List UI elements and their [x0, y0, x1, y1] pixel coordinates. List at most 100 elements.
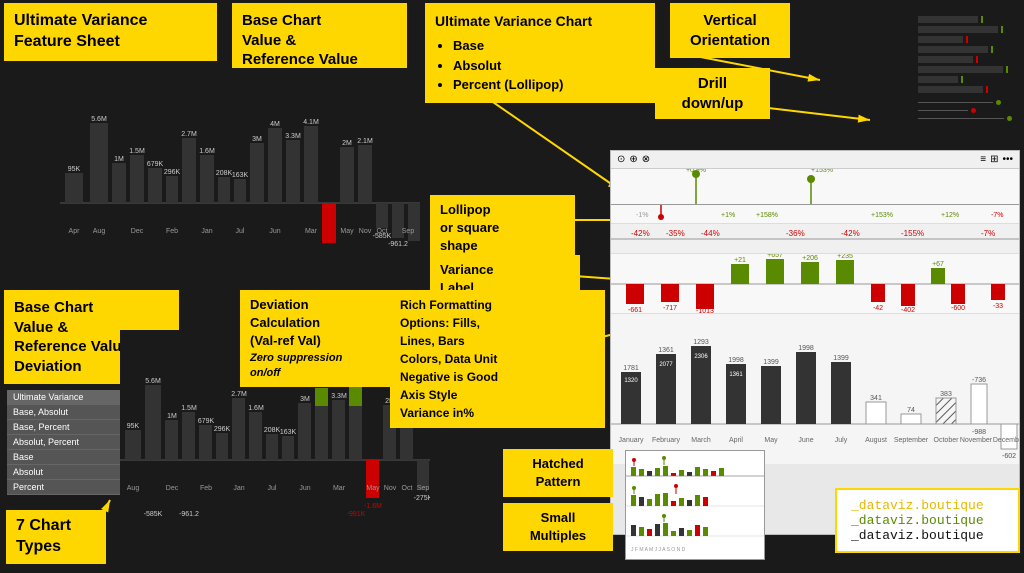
rich-formatting-text: Rich FormattingOptions: Fills,Lines, Bar… — [400, 298, 498, 420]
hatched-text: HatchedPattern — [532, 456, 583, 489]
hatched-callout: HatchedPattern — [503, 449, 613, 497]
svg-text:1361: 1361 — [658, 347, 674, 354]
brand-line-1: _dataviz.boutique — [851, 498, 1004, 513]
legend-item-0[interactable]: Ultimate Variance — [7, 390, 127, 405]
brand-line-2: _dataviz.boutique — [851, 513, 1004, 528]
vertical-chart — [910, 4, 1020, 174]
svg-text:Feb: Feb — [166, 228, 178, 235]
svg-text:March: March — [691, 437, 711, 444]
svg-text:74: 74 — [907, 407, 915, 414]
svg-text:95K: 95K — [68, 166, 81, 173]
svg-text:Sep: Sep — [402, 228, 415, 235]
legend-item-3[interactable]: Absolut, Percent — [7, 435, 127, 450]
svg-text:Jan: Jan — [233, 485, 244, 492]
svg-text:-33: -33 — [993, 303, 1003, 310]
svg-text:-7%: -7% — [991, 212, 1003, 219]
svg-text:-661: -661 — [628, 307, 642, 314]
svg-text:1M: 1M — [114, 156, 124, 163]
svg-text:-36%: -36% — [786, 229, 805, 238]
svg-text:-42%: -42% — [841, 229, 860, 238]
svg-text:163K: 163K — [280, 429, 297, 436]
svg-text:-991K: -991K — [347, 511, 366, 518]
svg-text:3M: 3M — [300, 396, 310, 403]
svg-text:Jun: Jun — [269, 228, 280, 235]
small-multiples-callout: SmallMultiples — [503, 503, 613, 551]
deviation-calc-callout: DeviationCalculation(Val-ref Val) Zero s… — [240, 290, 405, 387]
svg-text:208K: 208K — [216, 170, 233, 177]
chart-icon-3[interactable]: ⊗ — [642, 154, 650, 165]
svg-text:3.3M: 3.3M — [285, 133, 301, 140]
svg-text:-7%: -7% — [981, 229, 995, 238]
svg-text:January: January — [619, 437, 644, 444]
chart-expand-icon[interactable]: ⊞ — [990, 154, 998, 165]
svg-text:Dec: Dec — [166, 485, 179, 492]
chart-icon-2[interactable]: ⊕ — [629, 154, 637, 165]
svg-text:1361: 1361 — [729, 372, 743, 378]
branding-box: _dataviz.boutique _dataviz.boutique _dat… — [835, 488, 1020, 553]
chart-types-list: Base Absolut Percent (Lollipop) — [435, 36, 645, 95]
legend-item-6[interactable]: Percent — [7, 480, 127, 495]
svg-text:November: November — [960, 437, 993, 444]
svg-text:-42: -42 — [873, 305, 883, 312]
svg-text:1293: 1293 — [693, 339, 709, 346]
svg-text:Oct: Oct — [377, 228, 388, 235]
svg-text:-600: -600 — [951, 305, 965, 312]
svg-text:1781: 1781 — [623, 365, 639, 372]
svg-text:1.6M: 1.6M — [199, 148, 215, 155]
svg-text:-961.2: -961.2 — [179, 511, 199, 518]
svg-text:1M: 1M — [167, 413, 177, 420]
drill-text: Drilldown/up — [682, 75, 744, 112]
legend-item-2[interactable]: Base, Percent — [7, 420, 127, 435]
svg-text:Jul: Jul — [236, 228, 245, 235]
svg-text:-585K: -585K — [144, 511, 163, 518]
svg-text:383: 383 — [940, 391, 952, 398]
svg-text:4M: 4M — [270, 121, 280, 128]
svg-text:September: September — [894, 437, 929, 444]
svg-text:1.5M: 1.5M — [181, 405, 197, 412]
svg-text:1998: 1998 — [798, 345, 814, 352]
svg-text:Jun: Jun — [299, 485, 310, 492]
base-ref-text: Base ChartValue &Reference Value — [242, 12, 358, 68]
legend-item-1[interactable]: Base, Absolut — [7, 405, 127, 420]
svg-text:-44%: -44% — [701, 229, 720, 238]
svg-text:296K: 296K — [164, 169, 181, 176]
small-multiples-text: SmallMultiples — [530, 510, 586, 543]
legend-item-4[interactable]: Base — [7, 450, 127, 465]
chart-legend: Ultimate Variance Base, Absolut Base, Pe… — [7, 390, 127, 495]
svg-text:95K: 95K — [127, 423, 140, 430]
svg-text:August: August — [865, 437, 887, 444]
vertical-callout: VerticalOrientation — [670, 3, 790, 58]
chart-icon-1[interactable]: ⊙ — [617, 154, 625, 165]
brand-line-3: _dataviz.boutique — [851, 528, 1004, 543]
svg-text:1399: 1399 — [763, 359, 779, 366]
svg-text:+1%: +1% — [721, 212, 735, 219]
small-multiples-preview: J F M A M J J A S O N D — [625, 450, 765, 560]
legend-item-5[interactable]: Absolut — [7, 465, 127, 480]
svg-text:2M: 2M — [342, 140, 352, 147]
svg-text:5.6M: 5.6M — [91, 116, 107, 123]
svg-text:J F M A M J J A S O N D: J F M A M J J A S O N D — [631, 547, 686, 553]
svg-text:208K: 208K — [264, 427, 281, 434]
chart-dots-icon[interactable]: ••• — [1002, 154, 1013, 165]
svg-text:679K: 679K — [198, 418, 215, 425]
seven-chart-types-callout: 7 ChartTypes — [6, 510, 106, 564]
svg-text:+153%: +153% — [871, 212, 893, 219]
chart-types-callout: Ultimate Variance Chart Base Absolut Per… — [425, 3, 655, 103]
svg-text:-42%: -42% — [631, 229, 650, 238]
base-ref-deviation-text: Base ChartValue &Reference ValueDeviatio… — [14, 299, 130, 375]
svg-text:-988: -988 — [972, 429, 986, 436]
svg-text:Jan: Jan — [201, 228, 212, 235]
svg-text:1.5M: 1.5M — [129, 148, 145, 155]
drill-callout: Drilldown/up — [655, 68, 770, 119]
svg-text:+235: +235 — [837, 254, 853, 260]
chart-menu-icon[interactable]: ≡ — [980, 154, 986, 165]
svg-text:679K: 679K — [147, 161, 164, 168]
svg-text:2.7M: 2.7M — [181, 131, 197, 138]
svg-text:1320: 1320 — [624, 378, 638, 384]
svg-text:-1.6M: -1.6M — [364, 503, 382, 510]
svg-text:+0.9%: +0.9% — [686, 169, 706, 174]
svg-text:April: April — [729, 437, 743, 444]
svg-text:Nov: Nov — [359, 228, 372, 235]
svg-text:May: May — [366, 485, 380, 492]
svg-text:June: June — [798, 437, 813, 444]
